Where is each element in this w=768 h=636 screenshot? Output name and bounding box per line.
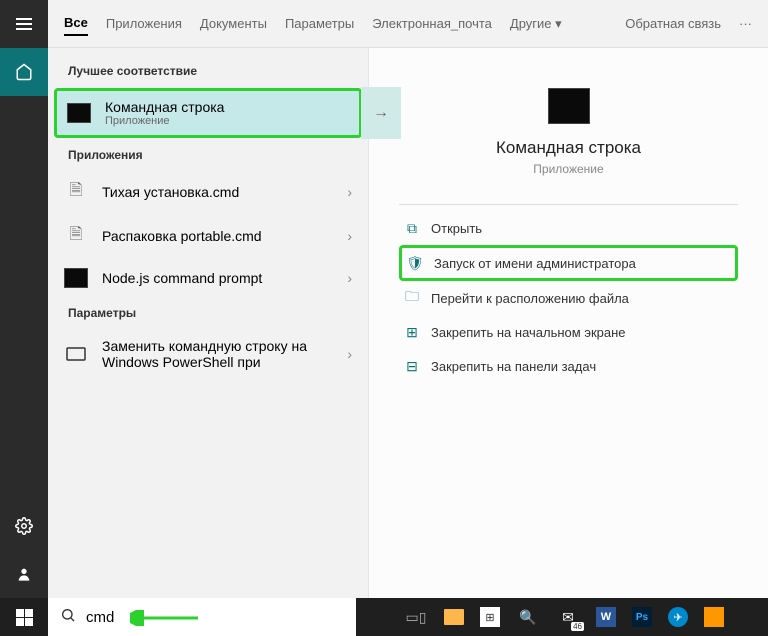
preview-title: Командная строка bbox=[399, 138, 738, 158]
search-box[interactable] bbox=[48, 598, 356, 636]
action-open[interactable]: ⧉ Открыть bbox=[399, 211, 738, 245]
sublime-button[interactable] bbox=[704, 607, 724, 627]
result-subtitle: Приложение bbox=[105, 115, 349, 127]
open-icon: ⧉ bbox=[403, 219, 421, 237]
sidebar bbox=[0, 0, 48, 598]
pin-icon: ⊞ bbox=[403, 323, 421, 341]
explorer-button[interactable] bbox=[444, 609, 464, 625]
mail-button[interactable]: ✉46 bbox=[556, 605, 580, 629]
profile-button[interactable] bbox=[0, 550, 48, 598]
result-cmd[interactable]: Командная строка Приложение → bbox=[54, 88, 362, 138]
more-button[interactable]: ··· bbox=[739, 12, 752, 35]
store-button[interactable]: ⊞ bbox=[480, 607, 500, 627]
chevron-right-icon: › bbox=[347, 270, 352, 286]
chevron-down-icon: ▾ bbox=[555, 16, 562, 31]
action-pin-start[interactable]: ⊞ Закрепить на начальном экране bbox=[399, 315, 738, 349]
action-pin-taskbar[interactable]: ⊟ Закрепить на панели задач bbox=[399, 349, 738, 383]
mail-badge: 46 bbox=[571, 622, 584, 631]
preview-subtitle: Приложение bbox=[399, 162, 738, 176]
search-icon bbox=[60, 607, 76, 628]
home-button[interactable] bbox=[0, 48, 48, 96]
section-best-match: Лучшее соответствие bbox=[48, 56, 368, 86]
result-replace-ps[interactable]: Заменить командную строку на Windows Pow… bbox=[48, 328, 368, 380]
action-file-location[interactable]: 🗀 Перейти к расположению файла bbox=[399, 281, 738, 315]
word-button[interactable]: W bbox=[596, 607, 616, 627]
section-params: Параметры bbox=[48, 298, 368, 328]
setting-icon bbox=[64, 342, 88, 366]
results-panel: Лучшее соответствие Командная строка При… bbox=[48, 48, 368, 598]
tab-params[interactable]: Параметры bbox=[285, 12, 354, 35]
result-silent-install[interactable]: 🗎 Тихая установка.cmd › bbox=[48, 170, 368, 214]
expand-arrow[interactable]: → bbox=[361, 87, 401, 139]
pin-icon: ⊟ bbox=[403, 357, 421, 375]
tab-apps[interactable]: Приложения bbox=[106, 12, 182, 35]
hamburger-icon bbox=[16, 18, 32, 30]
windows-icon bbox=[16, 609, 33, 626]
feedback-link[interactable]: Обратная связь bbox=[625, 12, 721, 35]
tab-all[interactable]: Все bbox=[64, 11, 88, 36]
person-icon bbox=[16, 566, 32, 582]
admin-icon: 🛡 bbox=[406, 254, 424, 272]
magnifier-button[interactable]: 🔍 bbox=[516, 605, 540, 629]
telegram-button[interactable]: ✈ bbox=[668, 607, 688, 627]
cmd-icon bbox=[64, 268, 88, 288]
preview-panel: Командная строка Приложение ⧉ Открыть 🛡 … bbox=[368, 48, 768, 598]
chevron-right-icon: › bbox=[347, 184, 352, 200]
home-icon bbox=[15, 63, 33, 81]
result-unpack[interactable]: 🗎 Распаковка portable.cmd › bbox=[48, 214, 368, 258]
settings-button[interactable] bbox=[0, 502, 48, 550]
search-input[interactable] bbox=[86, 609, 344, 626]
tab-others[interactable]: Другие ▾ bbox=[510, 12, 562, 36]
result-node[interactable]: Node.js command prompt › bbox=[48, 258, 368, 298]
action-run-admin[interactable]: 🛡 Запуск от имени администратора bbox=[399, 245, 738, 281]
preview-app-icon bbox=[548, 88, 590, 124]
start-button[interactable] bbox=[0, 598, 48, 636]
photoshop-button[interactable]: Ps bbox=[632, 607, 652, 627]
folder-icon: 🗀 bbox=[403, 289, 421, 307]
cmd-icon bbox=[67, 103, 91, 123]
task-view-button[interactable]: ▭▯ bbox=[404, 605, 428, 629]
chevron-right-icon: › bbox=[347, 346, 352, 362]
tab-email[interactable]: Электронная_почта bbox=[372, 12, 492, 35]
file-icon: 🗎 bbox=[64, 180, 88, 204]
result-title: Командная строка bbox=[105, 99, 349, 115]
filter-tabs: Все Приложения Документы Параметры Элект… bbox=[48, 0, 768, 48]
divider bbox=[399, 204, 738, 205]
tab-docs[interactable]: Документы bbox=[200, 12, 267, 35]
gear-icon bbox=[15, 517, 33, 535]
section-apps: Приложения bbox=[48, 140, 368, 170]
menu-button[interactable] bbox=[0, 0, 48, 48]
chevron-right-icon: › bbox=[347, 228, 352, 244]
taskbar: ▭▯ ⊞ 🔍 ✉46 W Ps ✈ bbox=[0, 598, 768, 636]
file-icon: 🗎 bbox=[64, 224, 88, 248]
